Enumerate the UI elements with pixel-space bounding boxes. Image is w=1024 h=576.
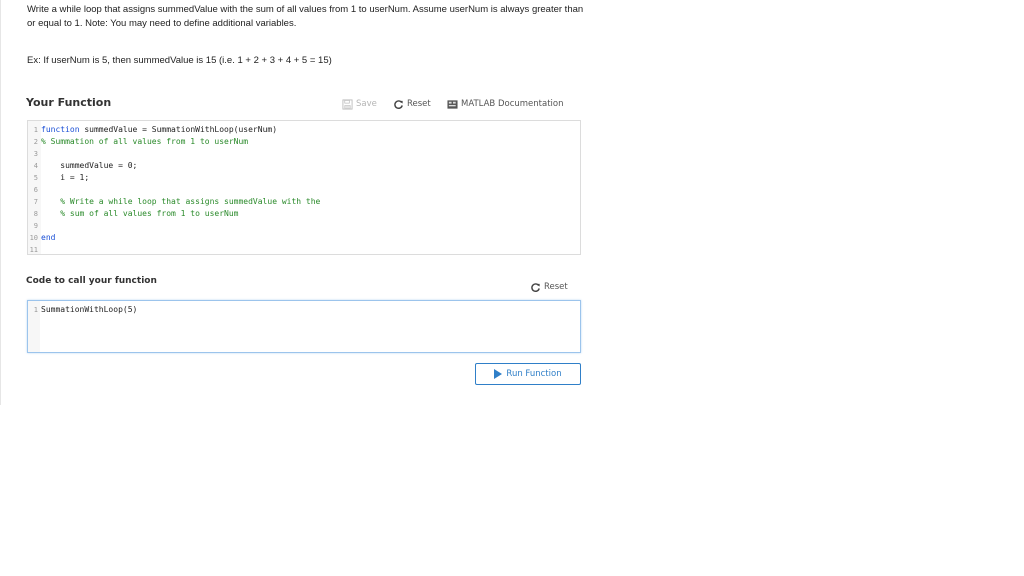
- code-keyword: end: [41, 233, 56, 242]
- reset-icon: [531, 282, 540, 292]
- matlab-docs-icon: [447, 99, 458, 109]
- your-function-title: Your Function: [26, 96, 112, 109]
- problem-statement: Write a while loop that assigns summedVa…: [27, 4, 584, 29]
- play-icon: [494, 369, 503, 379]
- code-keyword: function: [41, 125, 85, 134]
- call-reset-button[interactable]: Reset: [530, 280, 568, 294]
- line-number: 1: [33, 306, 38, 314]
- call-function-title: Code to call your function: [26, 276, 157, 286]
- run-function-button[interactable]: Run Function: [475, 363, 581, 385]
- code-line: 7 % Write a while loop that assigns summ…: [28, 196, 580, 208]
- code-comment: % sum of all values from 1 to userNum: [41, 209, 239, 218]
- call-code-editor[interactable]: 1 SummationWithLoop(5): [27, 300, 581, 353]
- call-reset-label: Reset: [544, 282, 568, 292]
- line-number: 10: [29, 234, 38, 242]
- line-number: 4: [33, 162, 38, 170]
- call-code-lines: 1 SummationWithLoop(5): [28, 304, 580, 316]
- function-code-lines: 1 function summedValue = SummationWithLoo…: [28, 124, 580, 256]
- line-number: 1: [33, 126, 38, 134]
- function-code-editor[interactable]: 1 function summedValue = SummationWithLoo…: [27, 120, 581, 255]
- matlab-docs-label: MATLAB Documentation: [461, 99, 564, 109]
- code-line: 8 % sum of all values from 1 to userNum: [28, 208, 580, 220]
- reset-label: Reset: [407, 99, 431, 109]
- code-text: summedValue = SummationWithLoop(userNum): [84, 125, 278, 134]
- save-button[interactable]: Save: [342, 97, 377, 111]
- line-number: 3: [33, 150, 38, 158]
- save-icon: [342, 98, 353, 110]
- code-line: 6: [28, 184, 580, 196]
- code-text: SummationWithLoop(5): [41, 305, 138, 314]
- line-number: 8: [33, 210, 38, 218]
- problem-example: Ex: If userNum is 5, then summedValue is…: [27, 55, 332, 66]
- reset-icon: [394, 99, 403, 109]
- page: Write a while loop that assigns summedVa…: [0, 0, 1024, 576]
- code-line: 5 i = 1;: [28, 172, 580, 184]
- code-line: 4 summedValue = 0;: [28, 160, 580, 172]
- line-number: 7: [33, 198, 38, 206]
- line-number: 2: [33, 138, 38, 146]
- matlab-docs-link[interactable]: MATLAB Documentation: [447, 97, 564, 111]
- line-number: 11: [29, 246, 38, 254]
- code-text: i = 1;: [41, 173, 90, 182]
- code-comment: % Summation of all values from 1 to user…: [41, 137, 249, 146]
- left-divider: [0, 0, 1, 405]
- code-line: 9: [28, 220, 580, 232]
- code-text: summedValue = 0;: [41, 161, 138, 170]
- line-number: 6: [33, 186, 38, 194]
- code-line: 11: [28, 244, 580, 256]
- code-line: 2% Summation of all values from 1 to use…: [28, 136, 580, 148]
- run-function-label: Run Function: [506, 369, 562, 379]
- code-comment: % Write a while loop that assigns summed…: [41, 197, 321, 206]
- code-line: 1 SummationWithLoop(5): [28, 304, 580, 316]
- code-line: 3: [28, 148, 580, 160]
- save-label: Save: [356, 99, 377, 109]
- code-line: 10 end: [28, 232, 580, 244]
- reset-button[interactable]: Reset: [393, 97, 431, 111]
- line-number: 9: [33, 222, 38, 230]
- code-line: 1 function summedValue = SummationWithLoo…: [28, 124, 580, 136]
- line-number: 5: [33, 174, 38, 182]
